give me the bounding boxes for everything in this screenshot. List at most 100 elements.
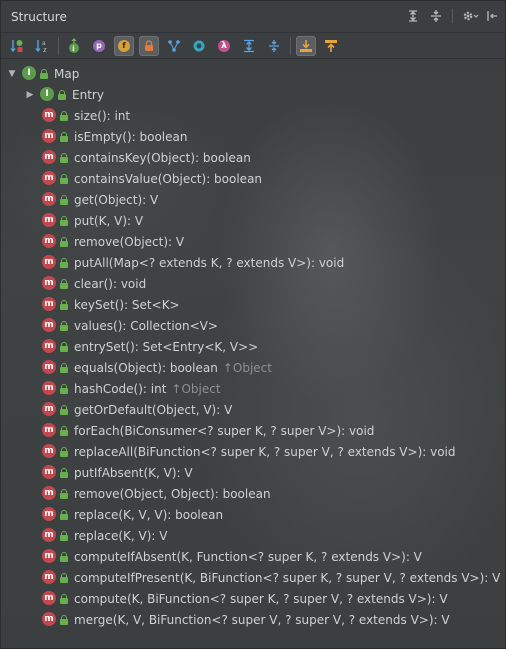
collapsed-arrow-icon[interactable]: ▶ bbox=[24, 90, 36, 100]
show-inherited-button[interactable]: i bbox=[64, 36, 84, 56]
tree-node-method[interactable]: m replace(K, V): V bbox=[42, 525, 167, 546]
autoscroll-to-source-button[interactable] bbox=[296, 35, 316, 56]
public-lock-icon bbox=[60, 215, 68, 226]
tree-node-method[interactable]: m size(): int bbox=[42, 105, 130, 126]
gear-icon[interactable] bbox=[462, 9, 479, 23]
tree-node-method[interactable]: m forEach(BiConsumer<? super K, ? super V… bbox=[42, 420, 374, 441]
tree-node-label: put(K, V): V bbox=[74, 213, 144, 228]
method-icon: m bbox=[42, 234, 57, 249]
method-icon: m bbox=[42, 339, 57, 354]
tree-node-method[interactable]: m getOrDefault(Object, V): V bbox=[42, 399, 232, 420]
method-icon: m bbox=[42, 360, 57, 375]
public-lock-icon bbox=[60, 593, 68, 604]
tree-node-label: isEmpty(): boolean bbox=[74, 129, 188, 144]
show-anonymous-button[interactable] bbox=[164, 36, 184, 56]
public-lock-icon bbox=[60, 131, 68, 142]
method-icon: m bbox=[42, 591, 57, 606]
method-icon: m bbox=[42, 150, 57, 165]
tree-node-method[interactable]: m put(K, V): V bbox=[42, 210, 143, 231]
tree-node-method[interactable]: m remove(Object, Object): boolean bbox=[42, 483, 271, 504]
hide-panel-icon[interactable] bbox=[485, 9, 499, 23]
method-icon: m bbox=[42, 507, 57, 522]
show-fields-button[interactable]: f bbox=[114, 35, 134, 56]
public-lock-icon bbox=[60, 320, 68, 331]
show-lambdas-button[interactable] bbox=[189, 36, 209, 56]
show-annotations-button[interactable]: λ bbox=[214, 36, 234, 56]
interface-icon: I bbox=[40, 87, 55, 102]
collapse-all-button[interactable] bbox=[264, 36, 284, 56]
show-non-public-button[interactable] bbox=[139, 35, 159, 56]
tree-node-label: replace(K, V, V): boolean bbox=[74, 507, 224, 522]
method-icon: m bbox=[42, 192, 57, 207]
public-lock-icon bbox=[60, 530, 68, 541]
public-lock-icon bbox=[60, 236, 68, 247]
method-icon: m bbox=[42, 423, 57, 438]
public-lock-icon bbox=[60, 194, 68, 205]
tree-node-method[interactable]: m containsKey(Object): boolean bbox=[42, 147, 251, 168]
tree-node-method[interactable]: m hashCode(): int ↑Object bbox=[42, 378, 221, 399]
tree-node-method[interactable]: m containsValue(Object): boolean bbox=[42, 168, 262, 189]
interface-icon: I bbox=[22, 66, 37, 81]
tree-node-method[interactable]: m clear(): void bbox=[42, 273, 146, 294]
sort-by-visibility-button[interactable] bbox=[7, 36, 27, 56]
autoscroll-from-source-button[interactable] bbox=[321, 36, 341, 56]
panel-title: Structure bbox=[11, 10, 67, 24]
tree-node-method[interactable]: m computeIfAbsent(K, Function<? super K, … bbox=[42, 546, 422, 567]
tree-node-label: replaceAll(BiFunction<? super K, ? super… bbox=[74, 444, 456, 459]
tree-node-method[interactable]: m isEmpty(): boolean bbox=[42, 126, 187, 147]
method-icon: m bbox=[42, 528, 57, 543]
public-lock-icon bbox=[60, 509, 68, 520]
public-lock-icon bbox=[60, 173, 68, 184]
public-lock-icon bbox=[60, 488, 68, 499]
public-lock-icon bbox=[60, 299, 68, 310]
public-lock-icon bbox=[60, 341, 68, 352]
public-lock-icon bbox=[60, 467, 68, 478]
panel-titlebar: Structure bbox=[1, 1, 505, 33]
method-icon: m bbox=[42, 444, 57, 459]
tree-node-method[interactable]: m replace(K, V, V): boolean bbox=[42, 504, 223, 525]
tree-node-label: forEach(BiConsumer<? super K, ? super V>… bbox=[74, 423, 375, 438]
method-icon: m bbox=[42, 486, 57, 501]
tree-node-method[interactable]: m entrySet(): Set<Entry<K, V>> bbox=[42, 336, 258, 357]
method-icon: m bbox=[42, 276, 57, 291]
expanded-arrow-icon[interactable]: ▼ bbox=[6, 69, 18, 79]
tree-node-method[interactable]: m putAll(Map<? extends K, ? extends V>): … bbox=[42, 252, 344, 273]
method-icon: m bbox=[42, 402, 57, 417]
public-lock-icon bbox=[60, 110, 68, 121]
method-icon: m bbox=[42, 171, 57, 186]
tree-node-method[interactable]: m computeIfPresent(K, BiFunction<? super … bbox=[42, 567, 500, 588]
tree-node-method[interactable]: m values(): Collection<V> bbox=[42, 315, 218, 336]
tree-root-node[interactable]: ▼ I Map bbox=[6, 63, 79, 84]
tree-node-method[interactable]: m compute(K, BiFunction<? super K, ? supe… bbox=[42, 588, 448, 609]
show-properties-button[interactable]: p bbox=[89, 36, 109, 56]
tree-node-label: getOrDefault(Object, V): V bbox=[74, 402, 233, 417]
tree-node-entry[interactable]: ▶ I Entry bbox=[24, 84, 104, 105]
tree-node-label: equals(Object): boolean bbox=[74, 360, 218, 375]
tree-node-method[interactable]: m keySet(): Set<K> bbox=[42, 294, 180, 315]
collapse-all-icon[interactable] bbox=[429, 9, 443, 23]
expand-all-icon[interactable] bbox=[406, 9, 420, 23]
tree-node-method[interactable]: m putIfAbsent(K, V): V bbox=[42, 462, 193, 483]
public-lock-icon bbox=[60, 362, 68, 373]
sort-alphabetically-button[interactable]: az bbox=[32, 36, 52, 56]
public-lock-icon bbox=[60, 152, 68, 163]
public-lock-icon bbox=[58, 89, 66, 100]
public-lock-icon bbox=[60, 404, 68, 415]
expand-all-button[interactable] bbox=[239, 36, 259, 56]
method-icon: m bbox=[42, 549, 57, 564]
titlebar-actions bbox=[406, 9, 499, 23]
tree-node-method[interactable]: m get(Object): V bbox=[42, 189, 158, 210]
tree-node-method[interactable]: m replaceAll(BiFunction<? super K, ? supe… bbox=[42, 441, 456, 462]
method-icon: m bbox=[42, 465, 57, 480]
tree-node-label: putAll(Map<? extends K, ? extends V>): v… bbox=[74, 255, 345, 270]
inherited-from-label: ↑Object bbox=[171, 381, 221, 396]
public-lock-icon bbox=[60, 614, 68, 625]
tree-node-label: replace(K, V): V bbox=[74, 528, 168, 543]
tree-node-label: Map bbox=[54, 66, 80, 81]
inherited-from-label: ↑Object bbox=[222, 360, 272, 375]
tree-node-label: containsKey(Object): boolean bbox=[74, 150, 251, 165]
tree-node-method[interactable]: m equals(Object): boolean ↑Object bbox=[42, 357, 272, 378]
tree-node-method[interactable]: m merge(K, V, BiFunction<? super V, ? sup… bbox=[42, 609, 450, 630]
structure-panel: Structure az i p f λ ▼ I Map ▶ I Entry m… bbox=[0, 0, 506, 649]
tree-node-method[interactable]: m remove(Object): V bbox=[42, 231, 184, 252]
